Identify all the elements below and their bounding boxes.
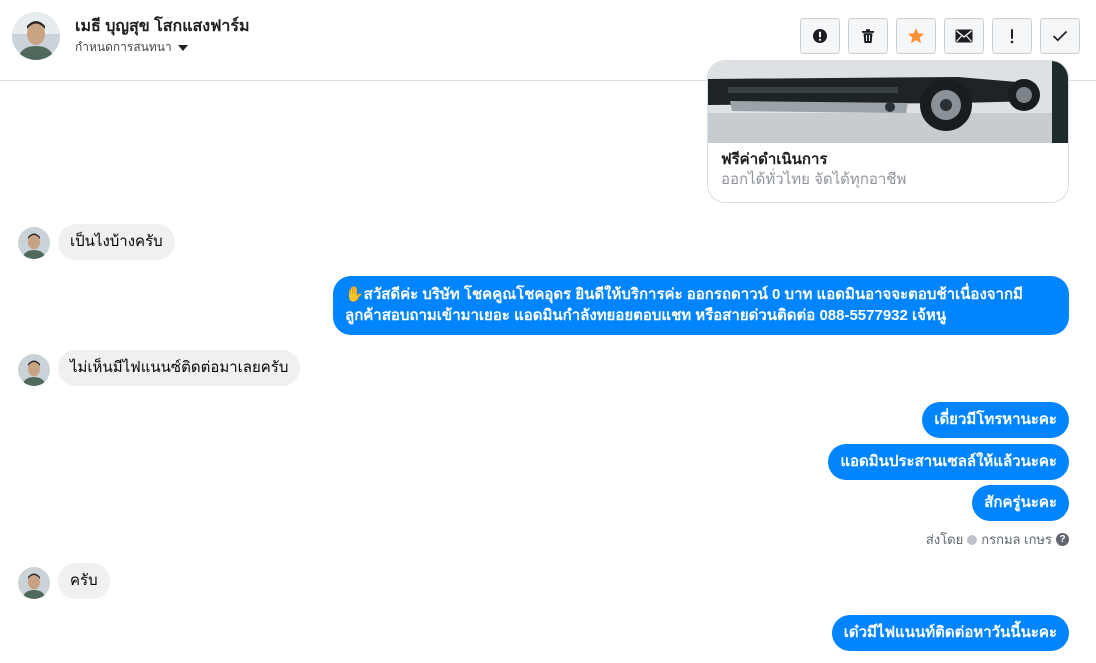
agent-verified-icon	[967, 534, 978, 545]
sent-by-name[interactable]: กรกมล เกษร	[981, 529, 1052, 550]
message-incoming: ไม่เห็นมีไฟแนนซ์ติดต่อมาเลยครับ	[58, 350, 301, 386]
message-incoming: ครับ	[58, 563, 110, 599]
assign-conversation-dropdown[interactable]: กำหนดการสนทนา	[75, 38, 188, 57]
sender-avatar[interactable]	[18, 567, 50, 599]
star-button[interactable]	[896, 18, 936, 54]
card-subtitle: ออกได้ทั่วไทย จัดได้ทุกอาชีพ	[721, 171, 907, 188]
spam-button[interactable]	[992, 18, 1032, 54]
checkmark-icon	[1052, 30, 1068, 42]
sender-avatar[interactable]	[18, 227, 50, 259]
report-button[interactable]	[800, 18, 840, 54]
help-icon[interactable]: ?	[1056, 533, 1069, 546]
assign-label: กำหนดการสนทนา	[75, 40, 172, 54]
trash-icon	[862, 29, 874, 43]
message-incoming: เป็นไงบ้างครับ	[58, 224, 175, 260]
card-image	[708, 61, 1068, 143]
message-outgoing: สักครู่นะคะ	[972, 485, 1069, 521]
card-image-edge	[1052, 61, 1068, 143]
message-outgoing: เดี่ยวมีโทรหานะคะ	[922, 402, 1069, 438]
exclamation-icon	[1010, 29, 1014, 44]
sent-by-info: ส่งโดย กรกมล เกษร ?	[926, 529, 1069, 550]
caret-down-icon	[177, 44, 188, 51]
header-actions	[800, 18, 1080, 54]
message-outgoing: แอดมินประสานเซลล์ให้แล้วนะคะ	[828, 444, 1069, 480]
done-button[interactable]	[1040, 18, 1080, 54]
contact-name: เมธี บุญสุข โสกแสงฟาร์ม	[75, 18, 250, 35]
star-icon	[908, 28, 924, 44]
contact-avatar[interactable]	[12, 12, 60, 60]
envelope-icon	[955, 29, 973, 43]
message-outgoing: ✋สวัสดีค่ะ บริษัท โชคคูณโชคอุดร ยินดีให้…	[333, 276, 1069, 335]
sender-avatar[interactable]	[18, 354, 50, 386]
message-outgoing: เด๋วมีไฟแนนท์ติดต่อหาวันนี้นะคะ	[831, 615, 1069, 651]
mark-unread-button[interactable]	[944, 18, 984, 54]
shared-link-card[interactable]: ฟรีค่าดำเนินการ ออกได้ทั่วไทย จัดได้ทุกอ…	[707, 60, 1069, 203]
sent-by-prefix: ส่งโดย	[925, 532, 964, 547]
delete-button[interactable]	[848, 18, 888, 54]
alert-circle-icon	[813, 29, 827, 43]
